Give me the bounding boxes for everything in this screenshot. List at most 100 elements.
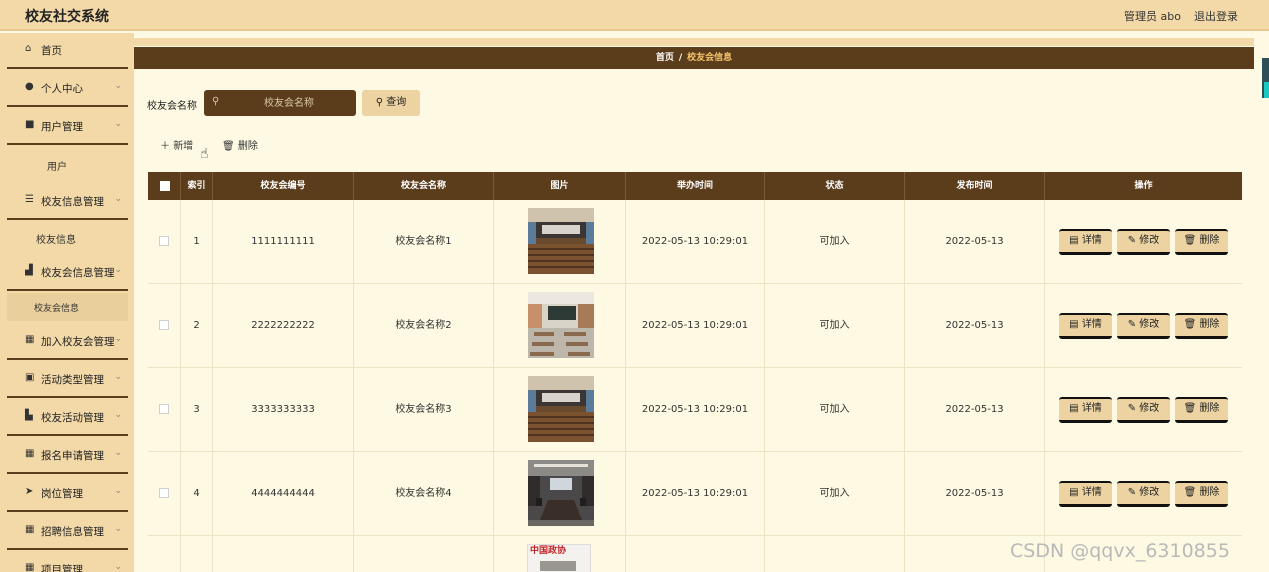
- detail-button[interactable]: ▤ 详情: [1059, 481, 1112, 507]
- plus-icon: ＋: [160, 141, 174, 152]
- content-top-strip: [134, 38, 1254, 46]
- publish-time-cell: 2022-05-13: [905, 284, 1045, 368]
- row-select-cell: [148, 452, 181, 536]
- delete-button[interactable]: 🗑 删除: [1175, 313, 1228, 339]
- table-row: 3 3333333333 校友会名称3 2022-05-13 10:29:01 …: [148, 368, 1242, 452]
- document-icon: ▤: [1069, 319, 1082, 330]
- column-header: 状态: [765, 172, 905, 200]
- grid-icon: ▦: [25, 524, 35, 535]
- batch-delete-button[interactable]: 🗑 删除: [222, 137, 258, 152]
- auditorium-photo[interactable]: [528, 208, 594, 274]
- held-time-cell: [626, 536, 765, 572]
- chevron-down-icon: ⌄: [114, 334, 122, 344]
- name-cell: 校友会名称2: [354, 284, 494, 368]
- sidebar-item-label: 校友活动管理: [41, 412, 104, 424]
- sidebar-subitem-users[interactable]: 用户: [7, 150, 128, 178]
- breadcrumb-home[interactable]: 首页: [656, 53, 674, 63]
- sidebar-item-label: 个人中心: [41, 83, 83, 95]
- held-time-cell: 2022-05-13 10:29:01: [626, 368, 765, 452]
- sidebar-item-alumni-info-management[interactable]: ☰ 校友信息管理 ⌄: [7, 184, 128, 220]
- logout-link[interactable]: 退出登录: [1194, 8, 1238, 24]
- sidebar-item-personal-center[interactable]: ● 个人中心 ⌄: [7, 71, 128, 107]
- sidebar-item-activity-type-management[interactable]: ▣ 活动类型管理 ⌄: [7, 362, 128, 398]
- detail-button[interactable]: ▤ 详情: [1059, 397, 1112, 423]
- sidebar-subitem-alumni-info[interactable]: 校友信息: [7, 223, 128, 251]
- sidebar-subitem-alumni-assoc-info[interactable]: 校友会信息: [7, 293, 128, 321]
- newspaper-photo[interactable]: 中国政协: [527, 544, 591, 572]
- name-cell: 校友会名称4: [354, 452, 494, 536]
- row-checkbox[interactable]: [159, 488, 169, 498]
- delete-button[interactable]: 🗑 删除: [1175, 229, 1228, 255]
- detail-button[interactable]: ▤ 详情: [1059, 229, 1112, 255]
- sidebar-item-label: 岗位管理: [41, 488, 83, 500]
- edit-button[interactable]: ✎ 修改: [1117, 481, 1170, 507]
- add-button-label: 新增: [173, 141, 194, 152]
- delete-button[interactable]: 🗑 删除: [1175, 397, 1228, 423]
- current-user-label: 管理员 abo: [1124, 10, 1181, 23]
- newspaper-photo-block: [540, 561, 576, 571]
- sidebar-item-home[interactable]: ⌂ 首页: [7, 33, 128, 69]
- row-select-cell: [148, 368, 181, 452]
- grid-icon: ▦: [25, 562, 35, 572]
- user-icon: ●: [25, 81, 34, 92]
- thumbs-up-icon: ▙: [25, 410, 33, 421]
- sidebar-item-registration-management[interactable]: ▦ 报名申请管理 ⌄: [7, 438, 128, 474]
- select-all-checkbox[interactable]: [160, 181, 170, 191]
- detail-label: 详情: [1081, 319, 1102, 330]
- app-title: 校友社交系统: [25, 9, 109, 25]
- index-cell: 3: [181, 368, 213, 452]
- sidebar-item-user-management[interactable]: ■ 用户管理 ⌄: [7, 109, 128, 145]
- meeting-room-photo[interactable]: [528, 460, 594, 526]
- detail-label: 详情: [1081, 403, 1102, 414]
- breadcrumb-current: 校友会信息: [687, 53, 733, 63]
- query-button[interactable]: ⚲ 查询: [362, 90, 420, 116]
- column-header: 操作: [1134, 181, 1153, 191]
- sidebar-item-project-management[interactable]: ▦ 项目管理 ⌄: [7, 552, 128, 572]
- sidebar-item-label: 加入校友会管理: [41, 336, 115, 348]
- detail-button[interactable]: ▤ 详情: [1059, 313, 1112, 339]
- classroom-photo[interactable]: [528, 292, 594, 358]
- pencil-icon: ✎: [1127, 235, 1140, 246]
- actions-cell: ▤ 详情 ✎ 修改 🗑 删除: [1045, 284, 1242, 368]
- row-select-cell: [148, 200, 181, 284]
- delete-button[interactable]: 🗑 删除: [1175, 481, 1228, 507]
- sidebar: ⌂ 首页 ● 个人中心 ⌄ ■ 用户管理 ⌄ 用户 ☰ 校友信息管理 ⌄ 校友信…: [0, 33, 134, 572]
- search-box: ⚲: [204, 90, 356, 116]
- auditorium-photo[interactable]: [528, 376, 594, 442]
- add-button[interactable]: ＋ 新增: [160, 137, 193, 152]
- sidebar-item-label: 用户: [47, 162, 67, 173]
- row-checkbox[interactable]: [159, 320, 169, 330]
- index-cell: 2: [181, 284, 213, 368]
- code-cell: [213, 536, 354, 572]
- sliders-icon: ☰: [25, 194, 34, 205]
- column-header: 索引: [181, 172, 213, 200]
- trash-icon: 🗑: [1183, 487, 1200, 498]
- mouse-cursor-icon: ☝: [200, 146, 209, 162]
- search-input[interactable]: [226, 90, 352, 116]
- pencil-icon: ✎: [1127, 487, 1140, 498]
- code-cell: 1111111111: [213, 200, 354, 284]
- sidebar-item-label: 报名申请管理: [41, 450, 104, 462]
- sidebar-item-alumni-activity-management[interactable]: ▙ 校友活动管理 ⌄: [7, 400, 128, 436]
- sidebar-item-recruitment-management[interactable]: ▦ 招聘信息管理 ⌄: [7, 514, 128, 550]
- column-header: 图片: [494, 172, 626, 200]
- query-button-label: 查询: [386, 97, 407, 108]
- grid-icon: ▦: [25, 448, 35, 459]
- row-checkbox[interactable]: [159, 404, 169, 414]
- edit-button[interactable]: ✎ 修改: [1117, 313, 1170, 339]
- code-cell: 3333333333: [213, 368, 354, 452]
- sidebar-item-label: 活动类型管理: [41, 374, 104, 386]
- edit-label: 修改: [1139, 319, 1160, 330]
- delete-label: 删除: [1199, 319, 1220, 330]
- edit-button[interactable]: ✎ 修改: [1117, 229, 1170, 255]
- chevron-down-icon: ⌄: [114, 448, 122, 458]
- grid-icon: ▦: [25, 334, 35, 345]
- row-checkbox[interactable]: [159, 236, 169, 246]
- chevron-down-icon: ⌄: [114, 119, 122, 129]
- sidebar-item-position-management[interactable]: ➤ 岗位管理 ⌄: [7, 476, 128, 512]
- trash-icon: 🗑: [1183, 403, 1200, 414]
- sidebar-item-join-assoc-management[interactable]: ▦ 加入校友会管理 ⌄: [7, 324, 128, 360]
- held-time-cell: 2022-05-13 10:29:01: [626, 452, 765, 536]
- sidebar-item-alumni-assoc-management[interactable]: ▟ 校友会信息管理 ⌄: [7, 255, 128, 291]
- edit-button[interactable]: ✎ 修改: [1117, 397, 1170, 423]
